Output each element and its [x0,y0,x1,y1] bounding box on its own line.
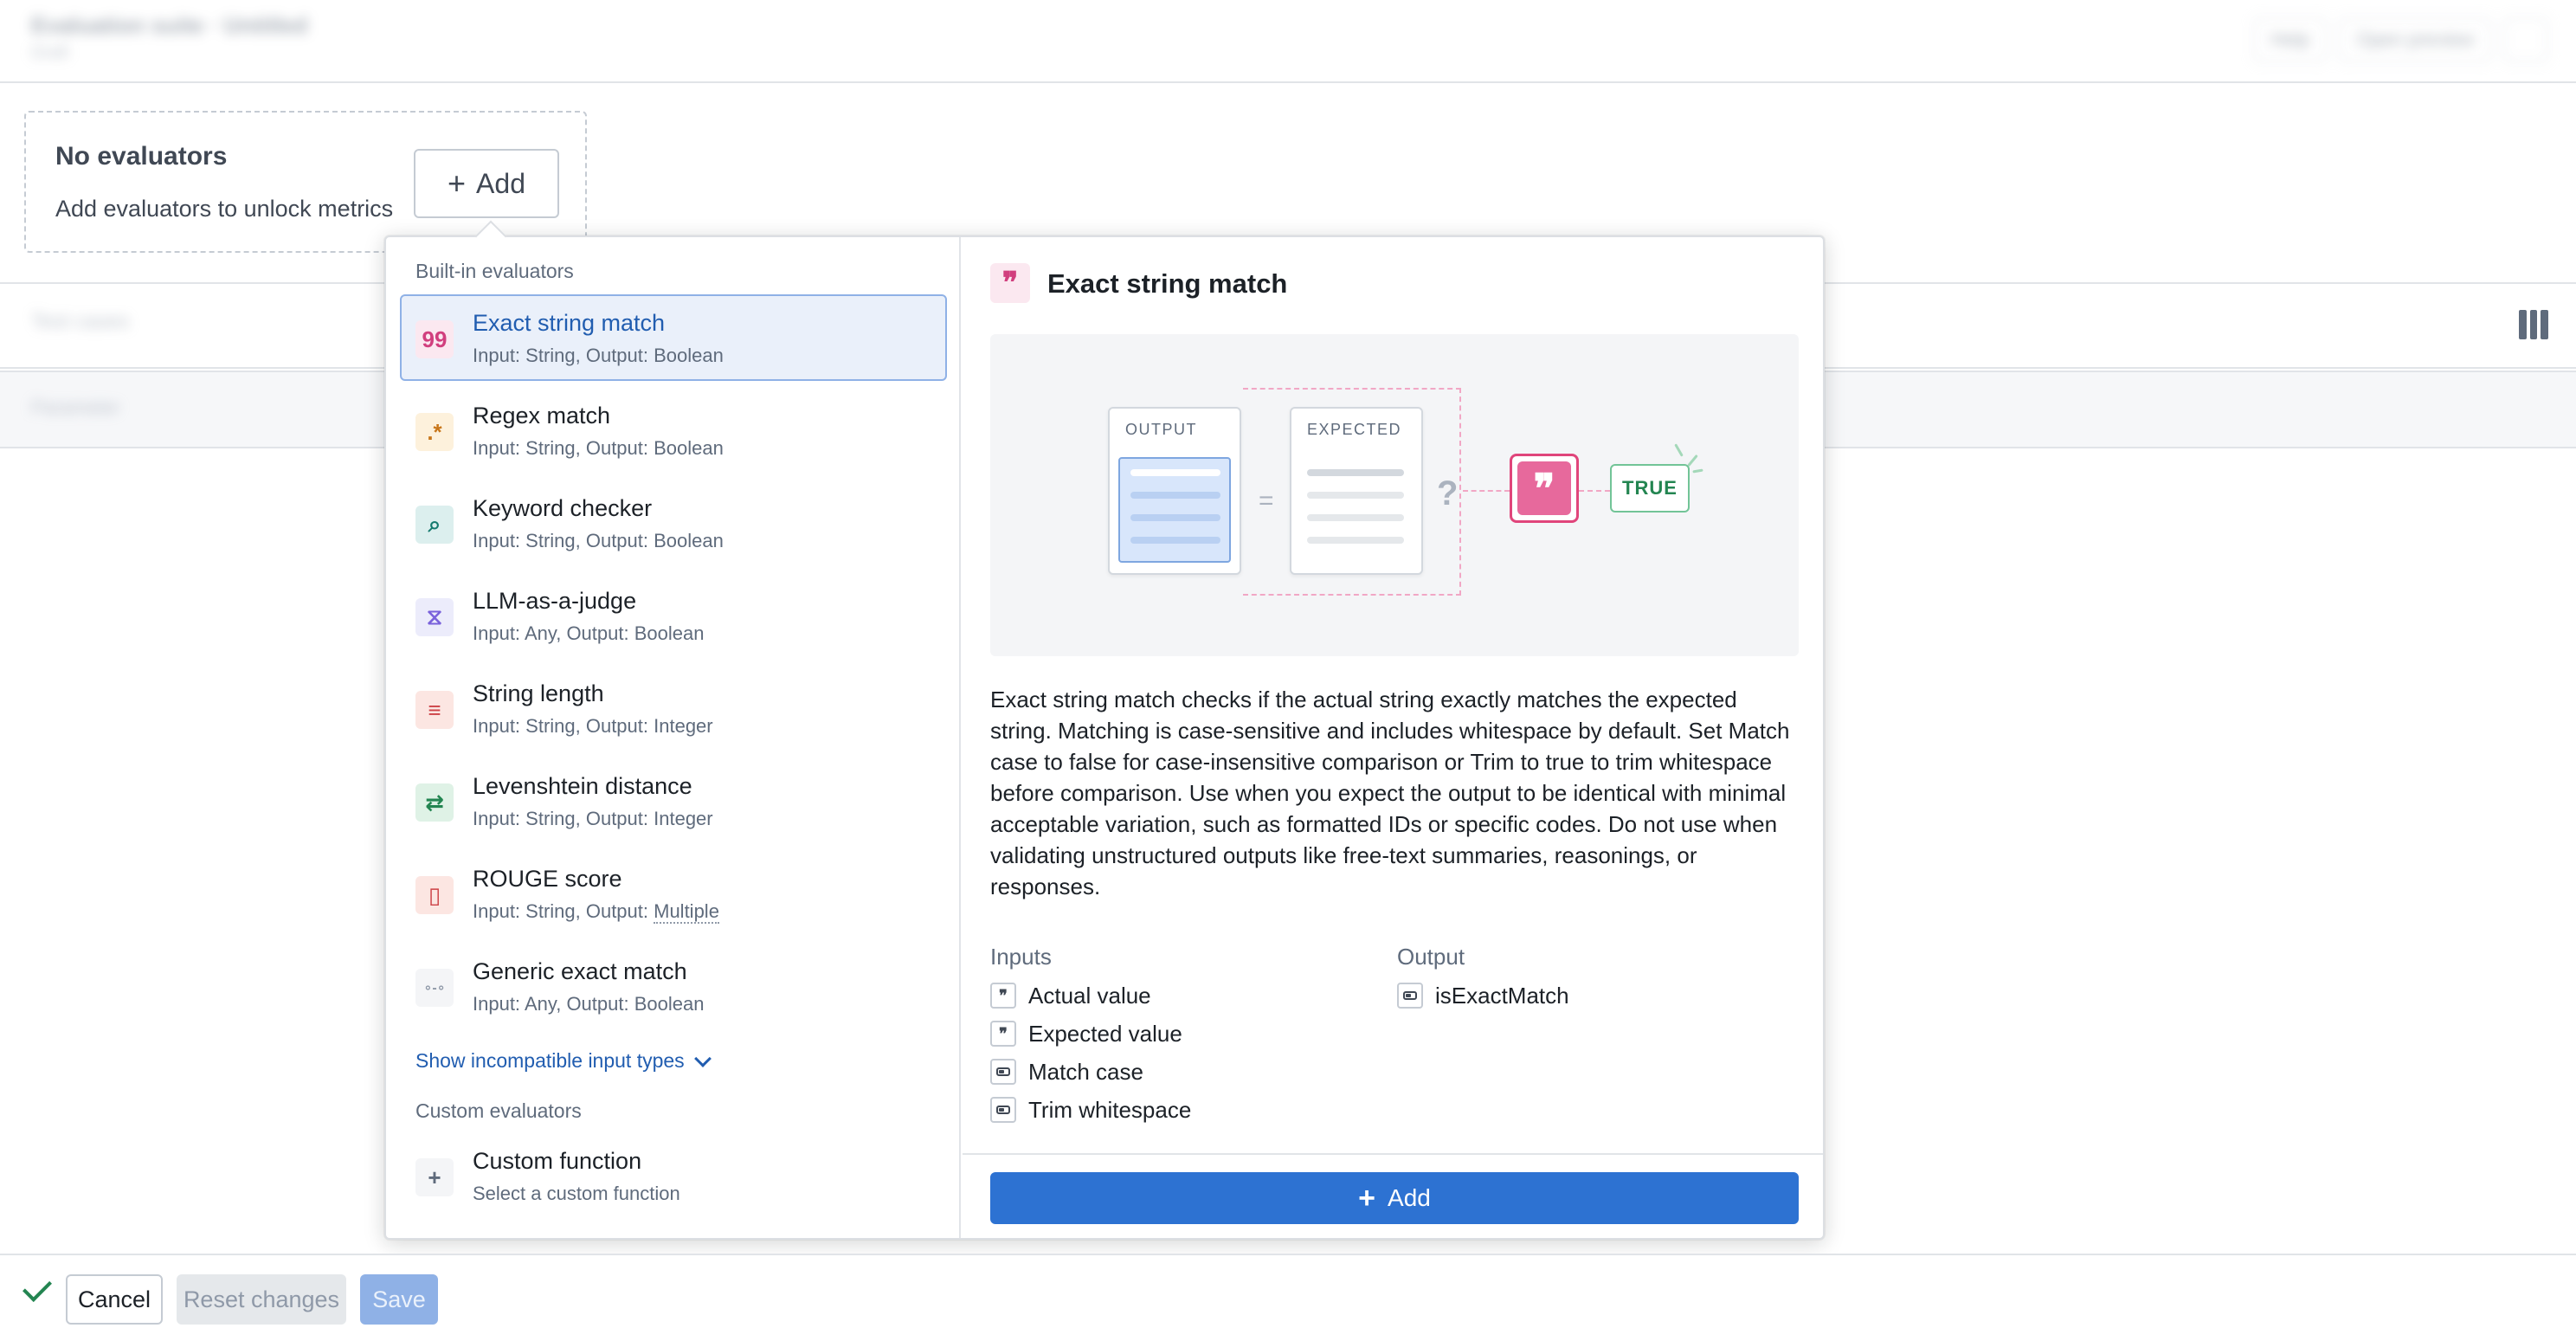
detail-footer-divider [963,1153,1823,1155]
help-button[interactable]: Help [2253,17,2328,62]
expected-card: EXPECTED [1290,407,1423,575]
search-text-icon: ⌕ [415,506,454,544]
page-subtitle: Draft [31,43,69,62]
add-evaluator-label: Add [476,167,525,199]
distance-icon: ⇄ [415,783,454,822]
book-icon: ▯ [415,876,454,914]
check-icon [23,1273,52,1302]
evaluator-name: Generic exact match [473,958,687,984]
detail-title: Exact string match [1047,268,1288,299]
evaluator-item[interactable]: .* Regex match Input: String, Output: Bool… [400,387,947,474]
custom-function-desc: Select a custom function [473,1183,680,1204]
output-card-label: OUTPUT [1125,421,1197,438]
evaluator-io-types: Input: Any, Output: Boolean [473,622,705,644]
multiple-outputs-tooltip-target[interactable]: Multiple [654,900,719,924]
true-result-badge: TRUE [1610,464,1690,513]
input-expected-value: ❞ Expected value [990,1018,1182,1049]
columns-icon[interactable] [2519,310,2549,339]
output-is-exact-match: isExactMatch [1397,980,1569,1011]
more-options-button[interactable] [2503,17,2548,62]
toggle-icon [1397,983,1423,1009]
inputs-label: Inputs [990,944,1052,970]
page-title: Evaluation suite · Untitled [31,12,308,38]
link-icon: ∘-∘ [415,969,454,1007]
parameter-column-header: Parameter [31,396,120,418]
page-header: Evaluation suite · Untitled Draft Help O… [0,0,2576,83]
output-label: Output [1397,944,1465,970]
plus-icon: + [415,1158,454,1196]
chevron-down-icon [693,1049,712,1067]
evaluator-name: ROUGE score [473,866,622,892]
save-button[interactable]: Save [360,1274,438,1325]
input-match-case: Match case [990,1056,1143,1087]
evaluator-item[interactable]: ≡ String length Input: String, Output: Int… [400,665,947,751]
evaluator-io-types: Input: String, Output: Integer [473,808,713,829]
evaluator-name: Exact string match [473,310,666,336]
quote-icon: ❞ [1517,461,1571,515]
add-evaluator-confirm-button[interactable]: + Add [990,1172,1799,1224]
input-trim-whitespace: Trim whitespace [990,1094,1191,1125]
input-actual-value: ❞ Actual value [990,980,1151,1011]
evaluator-io-types: Input: String, Output: Boolean [473,530,724,551]
quote-icon: 99 [415,320,454,358]
equals-sign: = [1259,487,1274,515]
evaluator-item[interactable]: ⇄ Levenshtein distance Input: String, Outp… [400,757,947,844]
evaluator-detail: ❞ Exact string match OUTPUT = EXPECTED ?… [963,237,1823,1238]
output-card: OUTPUT [1108,407,1241,575]
open-preview-button[interactable]: Open preview [2339,17,2491,62]
evaluator-list: Built-in evaluators 99 Exact string match… [386,237,961,1238]
quote-icon: ❞ [990,1021,1016,1047]
exact-match-illustration: OUTPUT = EXPECTED ? ❞ TRUE [990,334,1799,656]
expected-card-label: EXPECTED [1307,421,1402,438]
plus-icon: + [448,165,467,201]
evaluator-name: LLM-as-a-judge [473,588,637,614]
evaluator-io-types: Input: String, Output: Boolean [473,345,724,366]
evaluator-item[interactable]: ▯ ROUGE score Input: String, Output: Multi… [400,850,947,937]
exact-match-badge: ❞ [1510,454,1579,523]
evaluator-name: Keyword checker [473,495,653,521]
add-evaluator-popover: Built-in evaluators 99 Exact string match… [384,220,1825,1240]
quote-icon: ❞ [990,263,1030,303]
toggle-icon [990,1059,1016,1085]
toggle-icon [990,1097,1016,1123]
bottom-action-bar: Cancel Reset changes Save [0,1254,2576,1328]
add-evaluator-button[interactable]: + Add [414,149,559,218]
evaluator-description: Exact string match checks if the actual … [990,687,1790,899]
quote-icon: ❞ [990,983,1016,1009]
judge-icon: ⧖ [415,598,454,636]
evaluator-io-types: Input: String, Output: Boolean [473,437,724,459]
custom-evaluators-label: Custom evaluators [415,1099,582,1122]
evaluator-item[interactable]: ⧖ LLM-as-a-judge Input: Any, Output: Boole… [400,572,947,659]
evaluator-name: Regex match [473,403,611,429]
question-mark: ? [1437,474,1459,513]
header-actions: Help Open preview [2253,17,2548,62]
empty-subtitle: Add evaluators to unlock metrics [55,196,394,222]
custom-function-name: Custom function [473,1148,642,1174]
evaluator-name: String length [473,680,604,706]
builtin-evaluators-label: Built-in evaluators [415,260,574,282]
text-length-icon: ≡ [415,691,454,729]
show-incompatible-label: Show incompatible input types [415,1049,685,1072]
empty-title: No evaluators [55,142,228,171]
evaluator-name: Levenshtein distance [473,773,692,799]
test-cases-label: Test cases [31,310,130,333]
evaluator-item[interactable]: 99 Exact string match Input: String, Outpu… [400,294,947,381]
evaluator-item[interactable]: ⌕ Keyword checker Input: String, Output: B… [400,480,947,566]
evaluator-io-types: Input: Any, Output: Boolean [473,993,705,1015]
evaluator-io-types: Input: String, Output: Multiple [473,900,719,924]
plus-icon: + [1358,1182,1376,1215]
reset-changes-button[interactable]: Reset changes [177,1274,346,1325]
add-confirm-label: Add [1388,1184,1431,1211]
show-incompatible-toggle[interactable]: Show incompatible input types [415,1049,712,1073]
cancel-button[interactable]: Cancel [66,1274,163,1325]
custom-function-item[interactable]: + Custom function Select a custom functi… [400,1132,947,1219]
evaluator-item[interactable]: ∘-∘ Generic exact match Input: Any, Output… [400,943,947,1029]
evaluator-io-types: Input: String, Output: Integer [473,715,713,737]
regex-icon: .* [415,413,454,451]
